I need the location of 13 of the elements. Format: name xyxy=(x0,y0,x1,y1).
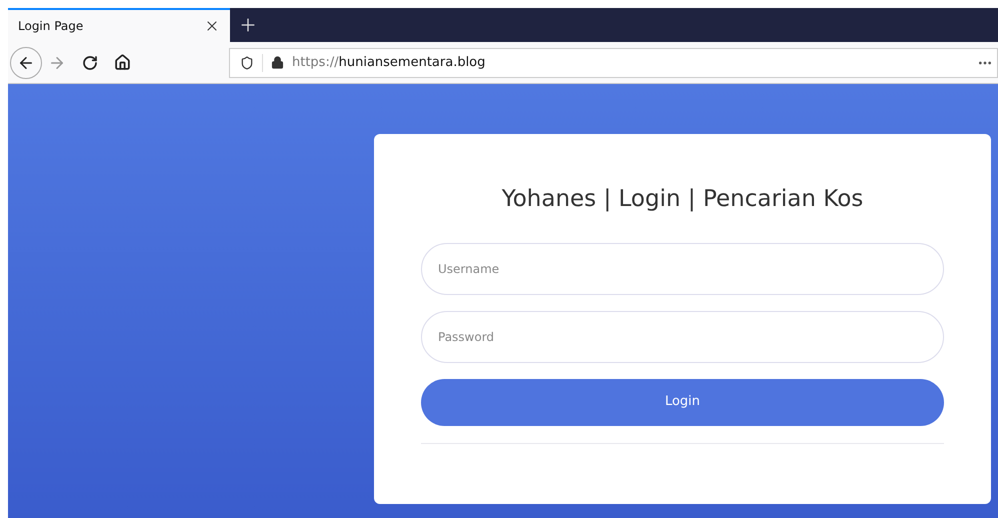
shield-icon[interactable] xyxy=(240,56,254,70)
browser-tab[interactable]: Login Page xyxy=(8,8,230,42)
url-text: https://huniansementara.blog xyxy=(292,54,486,72)
login-button[interactable]: Login xyxy=(421,378,944,426)
lock-icon xyxy=(271,56,284,69)
address-bar[interactable]: https://huniansementara.blog xyxy=(229,48,998,78)
reload-icon[interactable] xyxy=(82,54,98,70)
home-icon[interactable] xyxy=(114,54,131,71)
back-button[interactable] xyxy=(10,46,42,78)
tab-title: Login Page xyxy=(18,18,84,35)
input-field[interactable]: Username xyxy=(421,242,944,294)
input-field[interactable]: Password xyxy=(421,310,944,362)
login-title: Yohanes | Login | Pencarian Kos xyxy=(502,185,864,214)
